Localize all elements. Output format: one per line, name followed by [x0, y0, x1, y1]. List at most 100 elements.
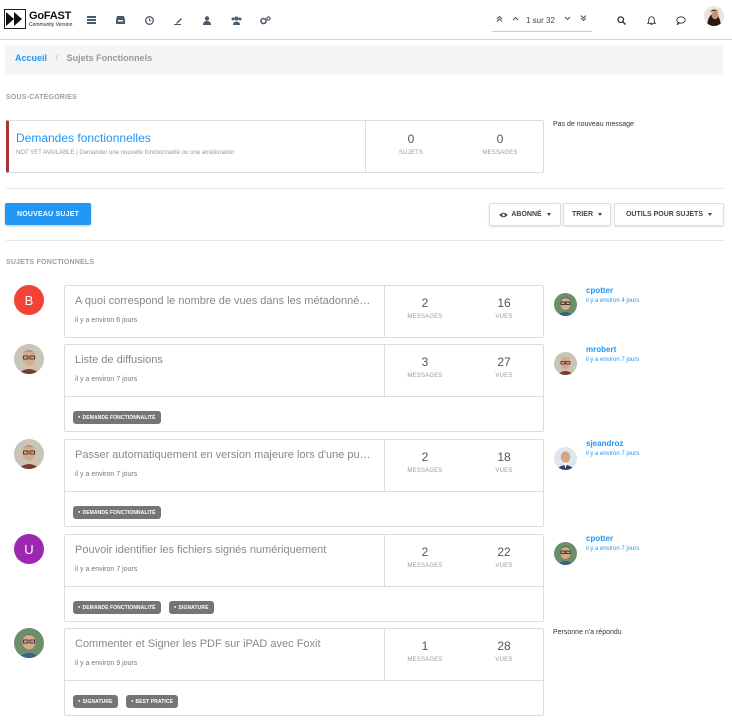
last-poster-avatar[interactable]: [554, 542, 577, 565]
topic-time: il y a environ 7 jours: [75, 471, 138, 478]
subcategory-card[interactable]: Demandes fonctionnelles NOT YET AVAILABL…: [6, 120, 544, 173]
tags-divider: [65, 586, 543, 587]
author-avatar[interactable]: [14, 628, 44, 658]
divider: [6, 240, 724, 241]
last-page-icon[interactable]: [580, 15, 587, 24]
views-stat: 27 VUES: [474, 355, 534, 379]
author-avatar[interactable]: [14, 344, 44, 374]
topic-title[interactable]: Commenter et Signer les PDF sur iPAD ave…: [75, 638, 375, 650]
topic-tags: DEMANDE FONCTIONNALITÉ: [73, 406, 165, 424]
views-count: 16: [497, 296, 511, 310]
messages-stat: 2 MESSAGES: [395, 450, 455, 474]
views-count: 18: [497, 450, 511, 464]
last-poster-name[interactable]: mrobert: [586, 345, 616, 354]
author-avatar[interactable]: U: [14, 534, 44, 564]
users-icon[interactable]: [229, 13, 243, 27]
topic-title[interactable]: Liste de diffusions: [75, 354, 375, 366]
last-poster-name[interactable]: sjeandroz: [586, 439, 623, 448]
chat-icon[interactable]: [674, 13, 688, 27]
views-label: VUES: [495, 373, 513, 379]
next-page-icon[interactable]: [564, 15, 571, 24]
logo-play-icon: [4, 9, 26, 29]
topic-tools-dropdown-button[interactable]: OUTILS POUR SUJETS: [614, 203, 724, 226]
topic-row[interactable]: Passer automatiquement en version majeur…: [64, 439, 544, 527]
topic-row[interactable]: A quoi correspond le nombre de vues dans…: [64, 285, 544, 338]
messages-count: 3: [421, 355, 429, 369]
clock-icon[interactable]: [142, 13, 156, 27]
last-post-time[interactable]: il y a environ 7 jours: [586, 546, 639, 552]
tag-demande-fonctionnalite[interactable]: DEMANDE FONCTIONNALITÉ: [73, 411, 161, 424]
tag-demande-fonctionnalite[interactable]: DEMANDE FONCTIONNALITÉ: [73, 506, 161, 519]
views-label: VUES: [495, 468, 513, 474]
tags-divider: [65, 491, 543, 492]
topic-time: il y a environ 9 jours: [75, 660, 138, 667]
watch-dropdown-button[interactable]: ABONNÉ: [489, 203, 561, 226]
sort-dropdown-button[interactable]: TRIER: [563, 203, 611, 226]
last-poster-name[interactable]: cpotter: [586, 286, 613, 295]
topic-row[interactable]: Commenter et Signer les PDF sur iPAD ave…: [64, 628, 544, 716]
topic-title[interactable]: Pouvoir identifier les fichiers signés n…: [75, 544, 375, 556]
subcategory-topics-count: 0: [407, 132, 415, 146]
messages-stat: 1 MESSAGES: [395, 639, 455, 663]
topic-row[interactable]: Pouvoir identifier les fichiers signés n…: [64, 534, 544, 622]
caret-down-icon: [708, 213, 712, 216]
views-label: VUES: [495, 314, 513, 320]
breadcrumb-separator: /: [55, 53, 59, 63]
first-page-icon[interactable]: [496, 15, 503, 24]
messages-label: MESSAGES: [407, 314, 443, 320]
last-post-time[interactable]: il y a environ 4 jours: [586, 298, 639, 304]
views-stat: 16 VUES: [474, 296, 534, 320]
tags-divider: [65, 396, 543, 397]
search-icon[interactable]: [614, 13, 628, 27]
views-label: VUES: [495, 657, 513, 663]
subcategory-messages-count: 0: [496, 132, 504, 146]
new-topic-button[interactable]: NOUVEAU SUJET: [5, 203, 91, 225]
subcategory-topics-label: SUJETS: [398, 150, 424, 156]
last-post-time[interactable]: il y a environ 7 jours: [586, 451, 639, 457]
topic-tags: SIGNATURE BEST PRATICE: [73, 690, 182, 708]
top-navbar: GoFAST Community Version 1 sur 32: [0, 0, 732, 40]
prev-page-icon[interactable]: [512, 15, 519, 24]
topic-time: il y a environ 6 jours: [75, 317, 138, 324]
messages-stat: 3 MESSAGES: [395, 355, 455, 379]
gofast-logo[interactable]: GoFAST Community Version: [4, 8, 72, 30]
breadcrumb-home-link[interactable]: Accueil: [15, 53, 47, 63]
views-count: 27: [497, 355, 511, 369]
tag-demande-fonctionnalite[interactable]: DEMANDE FONCTIONNALITÉ: [73, 601, 161, 614]
stat-divider: [384, 629, 385, 680]
subcategory-title[interactable]: Demandes fonctionnelles: [16, 131, 151, 145]
messages-count: 2: [421, 296, 429, 310]
tag-signature[interactable]: SIGNATURE: [73, 695, 118, 708]
author-avatar[interactable]: [14, 439, 44, 469]
tag-signature[interactable]: SIGNATURE: [169, 601, 214, 614]
subcategories-heading: SOUS-CATÉGORIES: [6, 94, 77, 101]
stat-divider: [384, 535, 385, 586]
messages-label: MESSAGES: [407, 468, 443, 474]
messages-stat: 2 MESSAGES: [395, 296, 455, 320]
pen-icon[interactable]: [171, 13, 185, 27]
last-poster-avatar[interactable]: [554, 447, 577, 470]
topic-title[interactable]: Passer automatiquement en version majeur…: [75, 449, 375, 461]
subcategory-topics-stat: 0 SUJETS: [381, 132, 441, 156]
inbox-icon[interactable]: [113, 13, 127, 27]
last-poster-avatar[interactable]: [554, 352, 577, 375]
last-poster-name[interactable]: cpotter: [586, 534, 613, 543]
last-post-time[interactable]: il y a environ 7 jours: [586, 357, 639, 363]
tag-best-pratice[interactable]: BEST PRATICE: [125, 695, 178, 708]
last-poster-avatar[interactable]: [554, 293, 577, 316]
views-stat: 22 VUES: [474, 545, 534, 569]
bell-icon[interactable]: [644, 13, 658, 27]
sort-label: TRIER: [572, 211, 593, 218]
caret-down-icon: [598, 213, 602, 216]
cogs-icon[interactable]: [258, 13, 272, 27]
watch-label: ABONNÉ: [511, 211, 542, 218]
topic-row[interactable]: Liste de diffusions il y a environ 7 jou…: [64, 344, 544, 432]
list-icon[interactable]: [84, 13, 98, 27]
user-icon[interactable]: [200, 13, 214, 27]
topic-title[interactable]: A quoi correspond le nombre de vues dans…: [75, 295, 375, 307]
user-avatar[interactable]: [704, 6, 724, 26]
no-reply-text: Personne n'a répondu: [553, 629, 622, 636]
author-avatar[interactable]: B: [14, 285, 44, 315]
topic-time: il y a environ 7 jours: [75, 376, 138, 383]
views-count: 28: [497, 639, 511, 653]
